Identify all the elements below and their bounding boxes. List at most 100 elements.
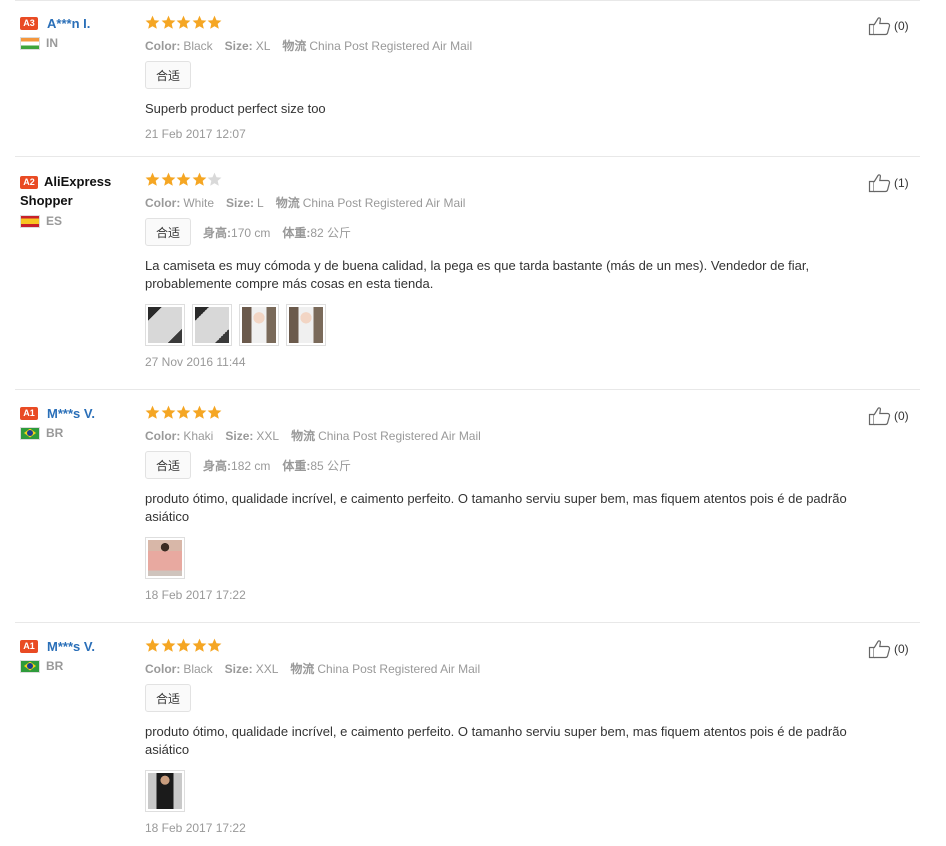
shipping-label: 物流 (275, 196, 300, 210)
flag-globe (27, 429, 33, 436)
color-label: Color: (145, 196, 181, 210)
country-flag-icon (20, 214, 40, 228)
thumbs-up-icon[interactable] (868, 16, 892, 36)
review-photos (145, 770, 875, 812)
helpful-button[interactable]: (0) (868, 16, 909, 36)
reviewer-info: A1 M***s V. BR (20, 405, 130, 440)
review-text: produto ótimo, qualidade incrível, e cai… (145, 491, 847, 524)
shipping-value: China Post Registered Air Mail (302, 196, 466, 210)
reviewer-name-block: A2 AliExpress Shopper (20, 172, 130, 210)
reviewer-country: BR (20, 426, 130, 440)
height-info: 身高:170 cm (203, 224, 270, 241)
shipping-label: 物流 (282, 39, 307, 53)
helpful-button[interactable]: (0) (868, 639, 909, 659)
size-value: XXL (255, 662, 279, 676)
review-photos (145, 537, 875, 579)
reviewer-name[interactable]: M***s V. (47, 638, 95, 655)
black-shirt-photo (148, 773, 182, 809)
star-filled-icon (161, 405, 176, 420)
star-rating (145, 405, 875, 421)
thumbs-up-icon[interactable] (868, 406, 892, 426)
height-label: 身高: (203, 225, 232, 240)
star-filled-icon (192, 638, 207, 653)
size-value: XL (255, 39, 271, 53)
fit-tag-row: 合适 (145, 684, 875, 712)
review-photo-thumbnail[interactable] (145, 537, 185, 579)
size-value: XXL (256, 429, 280, 443)
review-photo-thumbnail[interactable] (145, 770, 185, 812)
order-attributes: Color: Khaki Size: XXL 物流 China Post Register… (145, 428, 875, 444)
fit-tag-row: 合适 身高:170 cm 体重:82 公斤 (145, 218, 875, 246)
country-flag-icon (20, 36, 40, 50)
review-date: 27 Nov 2016 11:44 (145, 355, 246, 369)
reviewer-name-row: A3 A***n I. (20, 15, 130, 32)
shipping-value: China Post Registered Air Mail (309, 39, 473, 53)
review-photo-thumbnail[interactable] (286, 304, 326, 346)
star-filled-icon (145, 638, 160, 653)
star-filled-icon (176, 405, 191, 420)
star-filled-icon (192, 405, 207, 420)
star-filled-icon (145, 15, 160, 30)
helpful-count: (0) (894, 19, 909, 33)
reviewer-name-row: A1 M***s V. (20, 638, 130, 655)
order-attributes: Color: White Size: L 物流 China Post Registered… (145, 195, 875, 211)
khaki-shirt-photo (148, 540, 182, 576)
review-photo-thumbnail[interactable] (145, 304, 185, 346)
reviewer-name[interactable]: M***s V. (47, 405, 95, 422)
order-attributes: Color: Black Size: XL 物流 China Post Registere… (145, 38, 875, 54)
star-empty-icon (207, 172, 222, 187)
fit-tag: 合适 (145, 451, 192, 479)
country-code: IN (46, 36, 58, 50)
reviewer-info: A2 AliExpress Shopper ES (20, 172, 130, 228)
helpful-count: (1) (894, 176, 909, 190)
weight-label: 体重: (282, 458, 311, 473)
feedback-list: A3 A***n I. IN Color: Black Size: XL 物流 China Po… (0, 0, 946, 846)
thumbs-up-icon[interactable] (868, 173, 892, 193)
review-item: A3 A***n I. IN Color: Black Size: XL 物流 China Po… (0, 0, 946, 157)
star-filled-icon (176, 638, 191, 653)
person-wearing-shirt-photo (242, 307, 276, 343)
fit-tag: 合适 (145, 218, 192, 246)
review-date: 18 Feb 2017 17:22 (145, 588, 246, 602)
buyer-level-badge: A2 (20, 176, 38, 189)
review-item: A1 M***s V. BR Color: Khaki Size: XXL 物流 China P… (0, 390, 946, 623)
order-attributes: Color: Black Size: XXL 物流 China Post Register… (145, 661, 875, 677)
color-label: Color: (145, 39, 181, 53)
reviewer-info: A3 A***n I. IN (20, 15, 130, 50)
country-code: BR (46, 426, 64, 440)
star-filled-icon (207, 405, 222, 420)
shipping-value: China Post Registered Air Mail (317, 662, 481, 676)
review-item: A2 AliExpress Shopper ES Color: White Size: L 物… (0, 157, 946, 390)
helpful-button[interactable]: (0) (868, 406, 909, 426)
height-info: 身高:182 cm (203, 457, 270, 474)
weight-label: 体重: (282, 225, 311, 240)
shipping-value: China Post Registered Air Mail (318, 429, 481, 443)
helpful-button[interactable]: (1) (868, 173, 909, 193)
height-label: 身高: (203, 458, 232, 473)
shipping-label: 物流 (291, 429, 316, 443)
review-text: Superb product perfect size too (145, 101, 326, 116)
review-photo-thumbnail[interactable] (239, 304, 279, 346)
reviewer-name[interactable]: A***n I. (47, 15, 90, 32)
review-date: 18 Feb 2017 17:22 (145, 821, 246, 835)
weight-info: 体重:82 公斤 (282, 224, 351, 241)
weight-value: 85 公斤 (310, 458, 352, 473)
flag-globe (27, 662, 33, 669)
review-content: Color: White Size: L 物流 China Post Registered… (145, 172, 875, 369)
country-flag-icon (20, 426, 40, 440)
shipping-label: 物流 (290, 662, 315, 676)
review-content: Color: Black Size: XL 物流 China Post Registere… (145, 15, 875, 141)
review-item: A1 M***s V. BR Color: Black Size: XXL 物流 China P… (0, 623, 946, 846)
review-photo-thumbnail[interactable] (192, 304, 232, 346)
country-code: ES (46, 214, 63, 228)
buyer-level-badge: A1 (20, 640, 38, 653)
size-value: L (257, 196, 264, 210)
color-label: Color: (145, 662, 181, 676)
star-filled-icon (161, 15, 176, 30)
reviewer-country: BR (20, 659, 130, 673)
color-value: Black (183, 39, 213, 53)
thumbs-up-icon[interactable] (868, 639, 892, 659)
star-filled-icon (207, 15, 222, 30)
color-label: Color: (145, 429, 181, 443)
size-label: Size: (225, 429, 254, 443)
